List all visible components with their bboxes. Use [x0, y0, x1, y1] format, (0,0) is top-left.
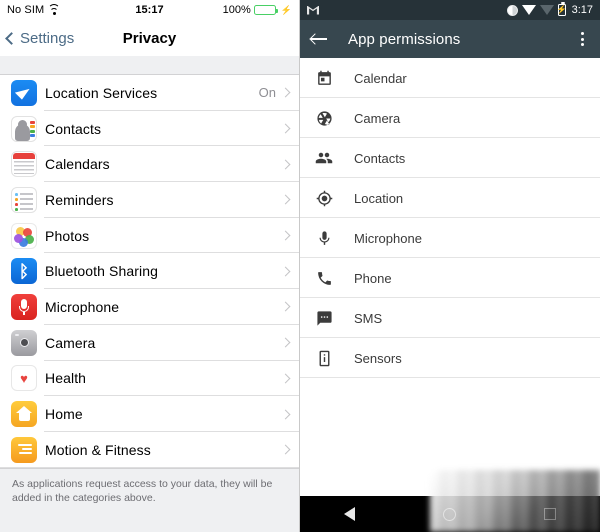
- contacts-icon: [11, 115, 37, 142]
- row-label: Home: [45, 406, 83, 423]
- ios-row-camera[interactable]: Camera: [0, 325, 299, 361]
- row-label: Calendar: [354, 70, 407, 86]
- battery-charging-icon: [253, 5, 278, 15]
- contacts-icon: [314, 148, 334, 168]
- arrow-back-icon[interactable]: [310, 30, 328, 48]
- camera-aperture-icon: [314, 108, 334, 128]
- microphone-icon: [314, 228, 334, 248]
- ios-section-gap: [0, 56, 299, 75]
- chevron-right-icon: [280, 302, 291, 312]
- privacy-footer-text: As applications request access to your d…: [0, 467, 299, 532]
- row-label: Motion & Fitness: [45, 441, 151, 458]
- chevron-right-icon: [280, 194, 291, 205]
- ios-navigation-bar: Settings Privacy: [0, 20, 299, 56]
- row-label: SMS: [354, 310, 383, 326]
- chevron-right-icon: [280, 87, 291, 98]
- nav-home-circle-icon[interactable]: [443, 507, 456, 521]
- row-label: Microphone: [45, 298, 120, 315]
- microphone-icon: [11, 293, 37, 320]
- location-arrow-icon: [11, 79, 37, 106]
- signal-icon: [539, 5, 554, 15]
- camera-icon: [11, 329, 37, 356]
- android-app-bar: App permissions: [300, 20, 600, 58]
- chevron-right-icon: [280, 409, 291, 419]
- android-row-camera[interactable]: Camera: [300, 98, 600, 138]
- gmail-icon: [307, 5, 319, 15]
- chevron-right-icon: [280, 123, 291, 134]
- ios-row-microphone[interactable]: Microphone: [0, 289, 299, 325]
- row-label: Photos: [45, 227, 90, 244]
- calendar-icon: [11, 151, 37, 178]
- row-label: Phone: [354, 270, 392, 286]
- battery-charging-icon: ⚡: [556, 2, 567, 16]
- wifi-icon: [521, 5, 536, 15]
- row-label: Location: [354, 190, 404, 206]
- android-permissions-list: Calendar Camera Contacts Location Microp…: [300, 58, 600, 378]
- android-clock: 3:17: [571, 4, 593, 16]
- row-label: Camera: [354, 110, 401, 126]
- ios-row-photos[interactable]: Photos: [0, 218, 299, 254]
- ios-row-location-services[interactable]: Location Services On: [0, 75, 299, 111]
- page-title: Privacy: [122, 29, 177, 47]
- android-row-calendar[interactable]: Calendar: [300, 58, 600, 98]
- android-row-sensors[interactable]: Sensors: [300, 338, 600, 378]
- android-row-location[interactable]: Location: [300, 178, 600, 218]
- ios-privacy-list: Location Services On Contacts Calendars: [0, 75, 299, 468]
- bluetooth-icon: ᛒ: [11, 258, 37, 285]
- sensors-icon: [314, 348, 334, 368]
- chevron-right-icon: [280, 373, 291, 384]
- ios-row-reminders[interactable]: Reminders: [0, 182, 299, 218]
- calendar-icon: [314, 68, 334, 88]
- row-label: Contacts: [45, 120, 102, 137]
- phone-icon: [314, 268, 334, 288]
- row-label: Microphone: [354, 230, 422, 246]
- row-label: Location Services: [45, 84, 158, 101]
- dual-screenshot: No SIM 15:17 100% ⚡ Settings Privacy Loc…: [0, 0, 600, 532]
- ios-row-contacts[interactable]: Contacts: [0, 111, 299, 147]
- row-label: Contacts: [354, 150, 406, 166]
- ios-row-home[interactable]: Home: [0, 396, 299, 432]
- android-row-phone[interactable]: Phone: [300, 258, 600, 298]
- ios-row-motion-fitness[interactable]: Motion & Fitness: [0, 432, 299, 468]
- android-empty-area: [300, 378, 600, 496]
- ios-status-bar: No SIM 15:17 100% ⚡: [0, 0, 299, 20]
- motion-fitness-icon: [11, 436, 37, 463]
- android-status-bar: ⚡ 3:17: [300, 0, 600, 20]
- reminders-icon: [11, 186, 37, 213]
- sms-icon: [314, 308, 334, 328]
- chevron-right-icon: [280, 266, 291, 277]
- chevron-right-icon: [280, 337, 291, 348]
- location-target-icon: [314, 188, 334, 208]
- chevron-right-icon: [280, 444, 291, 455]
- ios-row-calendars[interactable]: Calendars: [0, 146, 299, 182]
- android-status-right: ⚡ 3:17: [506, 2, 593, 16]
- android-app-permissions-screen: ⚡ 3:17 App permissions Calendar Camera C…: [300, 0, 600, 532]
- more-vert-icon[interactable]: [574, 32, 590, 46]
- row-label: Reminders: [45, 191, 114, 208]
- row-label: Calendars: [45, 156, 110, 173]
- heart-icon: ♥: [11, 365, 37, 392]
- do-not-disturb-icon: [506, 4, 518, 16]
- android-row-sms[interactable]: SMS: [300, 298, 600, 338]
- home-icon: [11, 401, 37, 428]
- row-label: Camera: [45, 334, 96, 351]
- row-label: Health: [45, 370, 87, 387]
- photos-icon: [11, 222, 37, 249]
- android-row-contacts[interactable]: Contacts: [300, 138, 600, 178]
- row-label: Sensors: [354, 350, 402, 366]
- row-label: Bluetooth Sharing: [45, 263, 159, 280]
- ios-row-health[interactable]: ♥ Health: [0, 361, 299, 397]
- android-row-microphone[interactable]: Microphone: [300, 218, 600, 258]
- android-navigation-bar: [300, 496, 600, 532]
- chevron-right-icon: [280, 159, 291, 170]
- nav-back-triangle-icon[interactable]: [344, 507, 355, 521]
- chevron-right-icon: [280, 230, 291, 241]
- ios-privacy-screen: No SIM 15:17 100% ⚡ Settings Privacy Loc…: [0, 0, 300, 532]
- row-value: On: [258, 85, 276, 101]
- ios-row-bluetooth-sharing[interactable]: ᛒ Bluetooth Sharing: [0, 253, 299, 289]
- nav-recents-square-icon[interactable]: [544, 508, 556, 520]
- app-bar-title: App permissions: [348, 30, 461, 48]
